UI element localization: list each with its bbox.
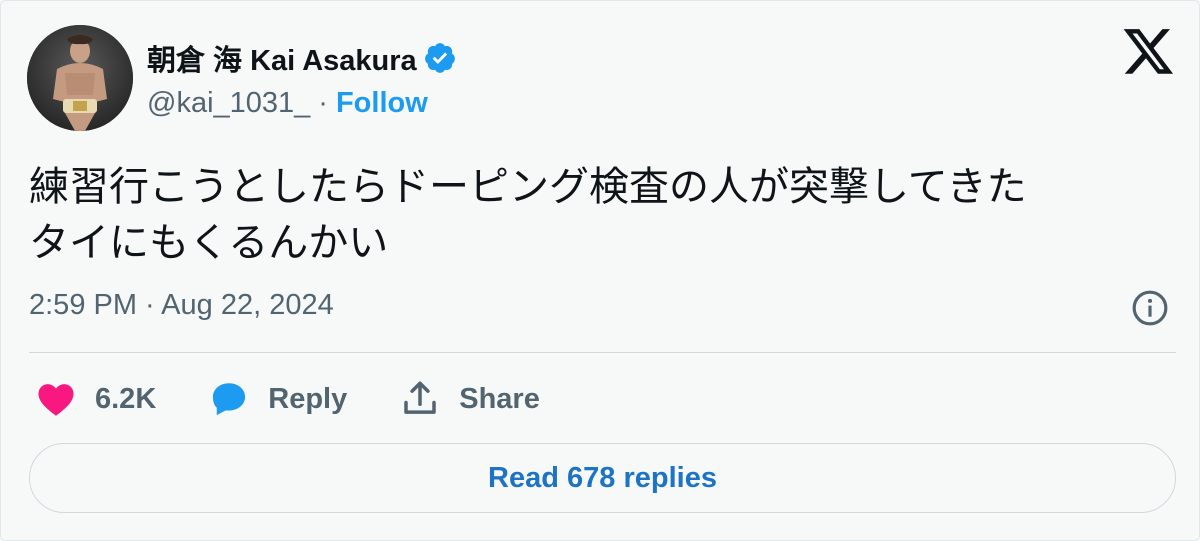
tweet-timestamp[interactable]: 2:59 PM · Aug 22, 2024 [29, 289, 334, 322]
share-label: Share [459, 382, 540, 415]
separator-dot: · [318, 87, 328, 119]
like-button[interactable]: 6.2K [35, 378, 156, 420]
follow-button[interactable]: Follow [336, 87, 428, 120]
tweet-text-line: 練習行こうとしたらドーピング検査の人が突撃してきた [29, 165, 1027, 209]
action-bar: 6.2K Reply Share [35, 377, 592, 421]
author-name[interactable]: 朝倉 海 Kai Asakura [147, 37, 417, 79]
author-name-row: 朝倉 海 Kai Asakura [147, 37, 457, 79]
reply-button[interactable]: Reply [208, 378, 347, 420]
read-replies-button[interactable]: Read 678 replies [29, 443, 1176, 513]
reply-label: Reply [268, 382, 348, 415]
x-logo-icon[interactable] [1123, 29, 1175, 77]
verified-badge-icon [424, 43, 455, 73]
tweet-text: 練習行こうとしたらドーピング検査の人が突撃してきた タイにもくるんかい [29, 159, 1179, 271]
like-count: 6.2K [95, 382, 157, 415]
info-icon[interactable] [1131, 289, 1169, 327]
author-handle-row: @kai_1031_ · Follow [147, 87, 428, 120]
tweet-card: 朝倉 海 Kai Asakura @kai_1031_ · Follow 練習行… [0, 0, 1200, 541]
divider [29, 352, 1176, 353]
avatar-photo [27, 25, 133, 131]
author-handle[interactable]: @kai_1031_ [147, 87, 310, 120]
reply-bubble-icon [213, 383, 246, 416]
heart-icon [38, 384, 74, 416]
share-button[interactable]: Share [399, 378, 540, 420]
share-icon [404, 381, 436, 414]
tweet-text-line: タイにもくるんかい [29, 221, 389, 265]
avatar[interactable] [27, 25, 133, 131]
